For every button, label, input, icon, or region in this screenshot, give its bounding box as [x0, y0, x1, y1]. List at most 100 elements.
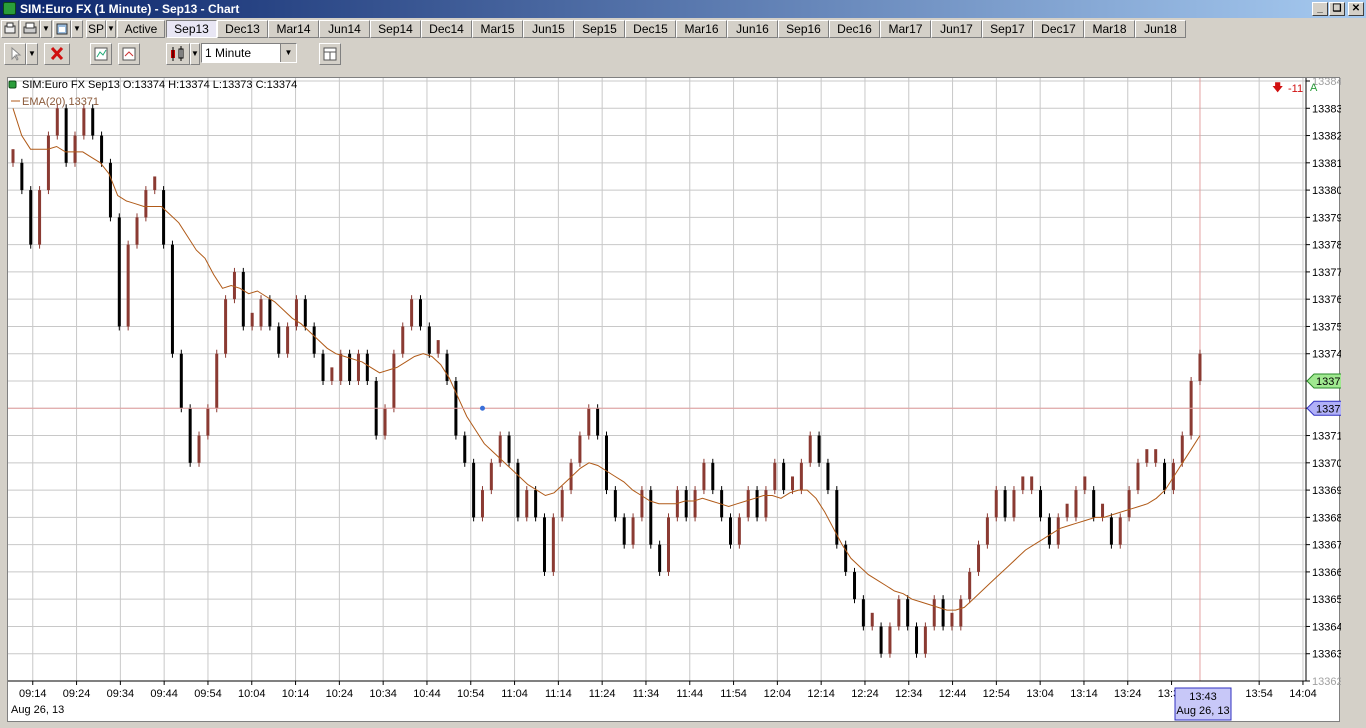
y-tick-label: 13376 — [1312, 294, 1341, 306]
x-tick-label: 11:04 — [501, 688, 528, 700]
x-tick-label: 11:34 — [633, 688, 660, 700]
chart-grid — [8, 78, 1306, 682]
cursor-dropdown-icon[interactable]: ▼ — [26, 43, 38, 65]
window-title: SIM:Euro FX (1 Minute) - Sep13 - Chart — [20, 2, 240, 16]
x-tick-label: 13:14 — [1070, 688, 1098, 700]
x-tick-label: 09:54 — [194, 688, 222, 700]
x-tick-label: 12:14 — [807, 688, 835, 700]
x-tick-label: 10:14 — [282, 688, 310, 700]
close-button[interactable]: ✕ — [1348, 2, 1364, 16]
x-tick-label: 12:34 — [895, 688, 923, 700]
x-tick-label: 11:14 — [545, 688, 572, 700]
print-icon[interactable] — [20, 20, 40, 38]
tab-sep13[interactable]: Sep13 — [166, 20, 217, 38]
tab-mar17[interactable]: Mar17 — [880, 20, 931, 38]
print-dropdown-icon[interactable]: ▼ — [40, 20, 52, 38]
x-tick-label: 09:34 — [107, 688, 135, 700]
y-tick-label: 13374 — [1312, 349, 1341, 361]
chart-frame: 13384 13383 13382 13381 13380 13379 13378 13377… — [7, 77, 1341, 723]
maximize-button[interactable]: ❑ — [1329, 2, 1345, 16]
tab-active[interactable]: Active — [117, 20, 165, 38]
x-tick-label: 10:04 — [238, 688, 266, 700]
y-tick-label: 13379 — [1312, 212, 1341, 224]
x-tick-label: 12:24 — [851, 688, 879, 700]
tab-mar16[interactable]: Mar16 — [676, 20, 727, 38]
chart-style-icon[interactable] — [166, 43, 190, 65]
time-axis: 09:14 09:24 09:34 09:44 09:54 10:04 10:14 10:24… — [8, 680, 1317, 700]
order-marker — [479, 405, 485, 411]
last-price-marker: 13373 — [1306, 373, 1341, 389]
remove-drawing-icon[interactable] — [44, 43, 70, 65]
interval-select[interactable]: 1 Minute ▼ — [201, 43, 297, 63]
y-tick-label: 13382 — [1312, 131, 1341, 143]
x-tick-label: 10:54 — [457, 688, 485, 700]
time-tooltip-date: Aug 26, 13 — [1176, 705, 1229, 717]
tab-sep17[interactable]: Sep17 — [982, 20, 1033, 38]
print-setup-icon[interactable] — [1, 20, 19, 38]
y-tick-label: 13362 — [1312, 676, 1341, 688]
tab-sep15[interactable]: Sep15 — [574, 20, 625, 38]
x-tick-label: 13:24 — [1114, 688, 1142, 700]
y-tick-label: 13370 — [1312, 458, 1341, 470]
tab-jun14[interactable]: Jun14 — [319, 20, 370, 38]
y-tick-label: 13375 — [1312, 321, 1341, 333]
tab-mar14[interactable]: Mar14 — [268, 20, 319, 38]
properties-dropdown-icon[interactable]: ▼ — [71, 20, 83, 38]
chevron-down-icon[interactable]: ▼ — [280, 44, 296, 62]
tab-mar15[interactable]: Mar15 — [472, 20, 523, 38]
date-label: Aug 26, 13 — [11, 704, 64, 716]
y-tick-label: 13366 — [1312, 567, 1341, 579]
y-tick-label: 13381 — [1312, 158, 1341, 170]
time-tooltip-time: 13:43 — [1189, 691, 1217, 703]
tab-jun18[interactable]: Jun18 — [1135, 20, 1186, 38]
y-tick-label: 13364 — [1312, 621, 1341, 633]
order-price-label: 13372 — [1316, 403, 1341, 415]
data-box-icon[interactable] — [319, 43, 341, 65]
chart-style-dropdown-icon[interactable]: ▼ — [190, 43, 200, 65]
x-tick-label: 13:54 — [1245, 688, 1273, 700]
ema-legend: EMA(20) 13371 — [22, 96, 99, 108]
position-arrow-icon: 🡇 — [1272, 82, 1283, 94]
x-tick-label: 12:54 — [983, 688, 1011, 700]
x-tick-label: 09:44 — [150, 688, 178, 700]
tab-dec15[interactable]: Dec15 — [625, 20, 676, 38]
y-tick-label: 13368 — [1312, 512, 1341, 524]
x-tick-label: 10:44 — [413, 688, 441, 700]
tab-dec13[interactable]: Dec13 — [217, 20, 268, 38]
strategies-icon[interactable] — [118, 43, 140, 65]
tab-dec14[interactable]: Dec14 — [421, 20, 472, 38]
indicators-icon[interactable] — [90, 43, 112, 65]
y-tick-label: 13378 — [1312, 240, 1341, 252]
interval-value: 1 Minute — [205, 46, 252, 60]
contract-toolbar: ▼ ▼ SP ▼ Active Sep13 Dec13 Mar14 Jun14 Sep1… — [0, 18, 1366, 40]
instrument-dropdown-icon[interactable]: ▼ — [106, 20, 116, 38]
window-titlebar: SIM:Euro FX (1 Minute) - Sep13 - Chart _… — [0, 0, 1366, 18]
x-tick-label: 11:54 — [720, 688, 747, 700]
minimize-button[interactable]: _ — [1312, 2, 1328, 16]
cursor-icon[interactable] — [4, 43, 26, 65]
tab-dec17[interactable]: Dec17 — [1033, 20, 1084, 38]
app-icon — [3, 2, 16, 15]
price-chart[interactable]: 1338413383133821338113380133791337813377… — [8, 78, 1341, 723]
tab-dec16[interactable]: Dec16 — [829, 20, 880, 38]
tab-sep16[interactable]: Sep16 — [778, 20, 829, 38]
x-tick-label: 12:44 — [939, 688, 967, 700]
x-tick-label: 10:34 — [369, 688, 397, 700]
ema-line — [12, 108, 1201, 611]
properties-icon[interactable] — [53, 20, 71, 38]
y-tick-label: 13369 — [1312, 485, 1341, 497]
y-tick-label: 13383 — [1312, 103, 1341, 115]
y-tick-label: 13367 — [1312, 540, 1341, 552]
chart-header: SIM:Euro FX Sep13 O:13374 H:13374 L:1337… — [22, 79, 297, 91]
tab-jun16[interactable]: Jun16 — [727, 20, 778, 38]
tab-jun17[interactable]: Jun17 — [931, 20, 982, 38]
x-tick-label: 12:04 — [764, 688, 792, 700]
tab-jun15[interactable]: Jun15 — [523, 20, 574, 38]
time-tooltip: 13:43 Aug 26, 13 — [1174, 687, 1232, 721]
tab-mar18[interactable]: Mar18 — [1084, 20, 1135, 38]
instrument-button[interactable]: SP — [86, 20, 106, 38]
x-tick-label: 13:04 — [1026, 688, 1054, 700]
scale-marker: A — [1310, 82, 1318, 94]
tab-sep14[interactable]: Sep14 — [370, 20, 421, 38]
x-tick-label: 10:24 — [326, 688, 354, 700]
